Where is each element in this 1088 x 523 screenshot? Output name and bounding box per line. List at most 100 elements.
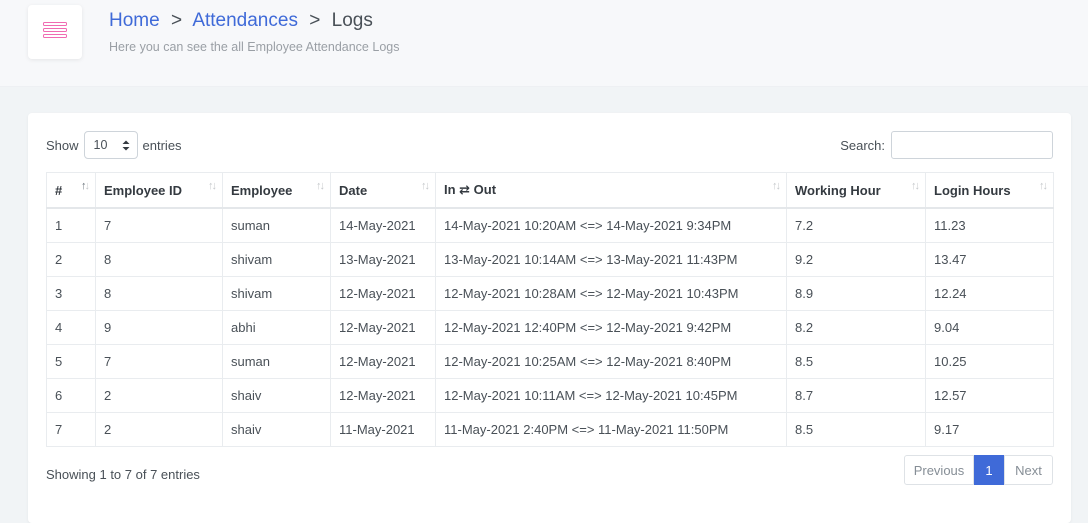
- breadcrumb-separator: >: [170, 10, 183, 31]
- breadcrumb-separator: >: [309, 10, 321, 31]
- table-header-row: # ↑↓ Employee ID ↑↓ Employee ↑↓ Date ↑↓ In ⇄ Out…: [46, 172, 1054, 209]
- hamburger-menu-icon: [43, 21, 67, 44]
- table-cell-employee: suman: [222, 207, 331, 243]
- table-cell-in-out: 11-May-2021 2:40PM <=> 11-May-2021 11:50…: [435, 412, 787, 447]
- table-cell-date: 13-May-2021: [330, 242, 436, 277]
- column-header-label: In ⇄ Out: [444, 182, 497, 197]
- table-info: Showing 1 to 7 of 7 entries: [46, 467, 200, 482]
- table-cell-index: 6: [46, 378, 96, 413]
- select-arrows-icon: [122, 140, 130, 151]
- column-header-label: Working Hour: [795, 182, 881, 198]
- table-cell-login-hours: 13.47: [925, 242, 1054, 277]
- table-cell-login-hours: 12.24: [925, 276, 1054, 311]
- table-cell-employee: shaiv: [222, 412, 331, 447]
- table-cell-employee-id: 2: [95, 412, 223, 447]
- breadcrumb-current: Logs: [331, 10, 373, 31]
- table-row: 6 2 shaiv 12-May-2021 12-May-2021 10:11AM <=…: [46, 378, 1054, 413]
- table-cell-employee-id: 2: [95, 378, 223, 413]
- column-header-label: Login Hours: [934, 182, 1011, 198]
- breadcrumb-home-link[interactable]: Home: [109, 10, 160, 31]
- table-cell-date: 12-May-2021: [330, 378, 436, 413]
- breadcrumb-attendances-link[interactable]: Attendances: [192, 10, 298, 31]
- entries-label: entries: [142, 137, 182, 153]
- sort-arrows-icon: ↑↓: [81, 180, 90, 192]
- table-cell-employee: abhi: [222, 310, 331, 345]
- table-row: 7 2 shaiv 11-May-2021 11-May-2021 2:40PM <=>…: [46, 412, 1054, 447]
- table-cell-index: 7: [46, 412, 96, 447]
- table-cell-employee: suman: [222, 344, 331, 379]
- column-header-index[interactable]: # ↑↓: [46, 172, 96, 209]
- table-cell-in-out: 12-May-2021 12:40PM <=> 12-May-2021 9:42…: [435, 310, 787, 345]
- column-header-login-hours[interactable]: Login Hours ↑↓: [925, 172, 1054, 209]
- page-subtitle: Here you can see the all Employee Attend…: [109, 40, 400, 54]
- attendance-logs-card: Show 10 entries Search: # ↑↓ Employee ID ↑↓…: [28, 113, 1071, 523]
- search-input[interactable]: [891, 131, 1053, 159]
- column-header-employee[interactable]: Employee ↑↓: [222, 172, 331, 209]
- table-cell-index: 1: [46, 207, 96, 243]
- table-cell-index: 3: [46, 276, 96, 311]
- column-header-label: Date: [339, 182, 368, 198]
- search-control: Search:: [840, 131, 1053, 159]
- table-cell-employee: shivam: [222, 276, 331, 311]
- table-row: 1 7 suman 14-May-2021 14-May-2021 10:20AM <=…: [46, 207, 1054, 243]
- sort-arrows-icon: ↑↓: [911, 180, 920, 192]
- sort-arrows-icon: ↑↓: [316, 180, 325, 192]
- table-cell-working-hour: 8.7: [786, 378, 926, 413]
- table-cell-date: 12-May-2021: [330, 310, 436, 345]
- table-cell-login-hours: 9.17: [925, 412, 1054, 447]
- entries-select[interactable]: 10: [83, 131, 138, 159]
- pagination: Previous 1 Next: [904, 455, 1053, 485]
- table-cell-index: 2: [46, 242, 96, 277]
- column-header-employee-id[interactable]: Employee ID ↑↓: [95, 172, 223, 209]
- table-cell-date: 14-May-2021: [330, 207, 436, 243]
- table-cell-employee-id: 7: [95, 344, 223, 379]
- table-cell-employee-id: 7: [95, 207, 223, 243]
- table-cell-in-out: 12-May-2021 10:25AM <=> 12-May-2021 8:40…: [435, 344, 787, 379]
- next-page-button[interactable]: Next: [1004, 455, 1053, 485]
- table-cell-working-hour: 8.2: [786, 310, 926, 345]
- column-header-label: Employee: [231, 182, 293, 198]
- table-cell-employee-id: 8: [95, 276, 223, 311]
- table-cell-in-out: 12-May-2021 10:11AM <=> 12-May-2021 10:4…: [435, 378, 787, 413]
- table-cell-login-hours: 9.04: [925, 310, 1054, 345]
- table-cell-employee: shaiv: [222, 378, 331, 413]
- table-body: 1 7 suman 14-May-2021 14-May-2021 10:20AM <=…: [46, 207, 1054, 447]
- previous-page-button[interactable]: Previous: [904, 455, 974, 485]
- table-cell-working-hour: 9.2: [786, 242, 926, 277]
- table-cell-employee-id: 9: [95, 310, 223, 345]
- table-cell-working-hour: 8.5: [786, 344, 926, 379]
- column-header-working-hour[interactable]: Working Hour ↑↓: [786, 172, 926, 209]
- table-cell-login-hours: 11.23: [925, 207, 1054, 243]
- table-cell-in-out: 12-May-2021 10:28AM <=> 12-May-2021 10:4…: [435, 276, 787, 311]
- table-cell-date: 12-May-2021: [330, 344, 436, 379]
- entries-select-value: 10: [93, 138, 108, 152]
- column-header-label: Employee ID: [104, 182, 183, 198]
- attendance-logs-table: # ↑↓ Employee ID ↑↓ Employee ↑↓ Date ↑↓ In ⇄ Out…: [46, 172, 1054, 447]
- table-cell-index: 4: [46, 310, 96, 345]
- menu-toggle-button[interactable]: [28, 5, 82, 59]
- table-cell-date: 12-May-2021: [330, 276, 436, 311]
- table-cell-employee-id: 8: [95, 242, 223, 277]
- table-cell-login-hours: 10.25: [925, 344, 1054, 379]
- sort-arrows-icon: ↑↓: [208, 180, 217, 192]
- table-cell-in-out: 13-May-2021 10:14AM <=> 13-May-2021 11:4…: [435, 242, 787, 277]
- column-header-in-out[interactable]: In ⇄ Out ↑↓: [435, 172, 787, 209]
- sort-arrows-icon: ↑↓: [1039, 180, 1048, 192]
- sort-arrows-icon: ↑↓: [772, 180, 781, 192]
- column-header-label: #: [55, 182, 63, 198]
- table-cell-date: 11-May-2021: [330, 412, 436, 447]
- search-label: Search:: [840, 137, 885, 153]
- show-label: Show: [46, 137, 79, 153]
- page-header: Home > Attendances > Logs Here you can s…: [0, 0, 1088, 87]
- table-row: 4 9 abhi 12-May-2021 12-May-2021 12:40PM <=>…: [46, 310, 1054, 345]
- page-1-button[interactable]: 1: [974, 455, 1004, 485]
- table-row: 5 7 suman 12-May-2021 12-May-2021 10:25AM <=…: [46, 344, 1054, 379]
- column-header-date[interactable]: Date ↑↓: [330, 172, 436, 209]
- table-row: 3 8 shivam 12-May-2021 12-May-2021 10:28AM <…: [46, 276, 1054, 311]
- table-cell-index: 5: [46, 344, 96, 379]
- breadcrumb: Home > Attendances > Logs: [109, 10, 373, 32]
- table-row: 2 8 shivam 13-May-2021 13-May-2021 10:14AM <…: [46, 242, 1054, 277]
- entries-length-control: Show 10 entries: [46, 131, 182, 159]
- table-cell-employee: shivam: [222, 242, 331, 277]
- table-cell-working-hour: 8.9: [786, 276, 926, 311]
